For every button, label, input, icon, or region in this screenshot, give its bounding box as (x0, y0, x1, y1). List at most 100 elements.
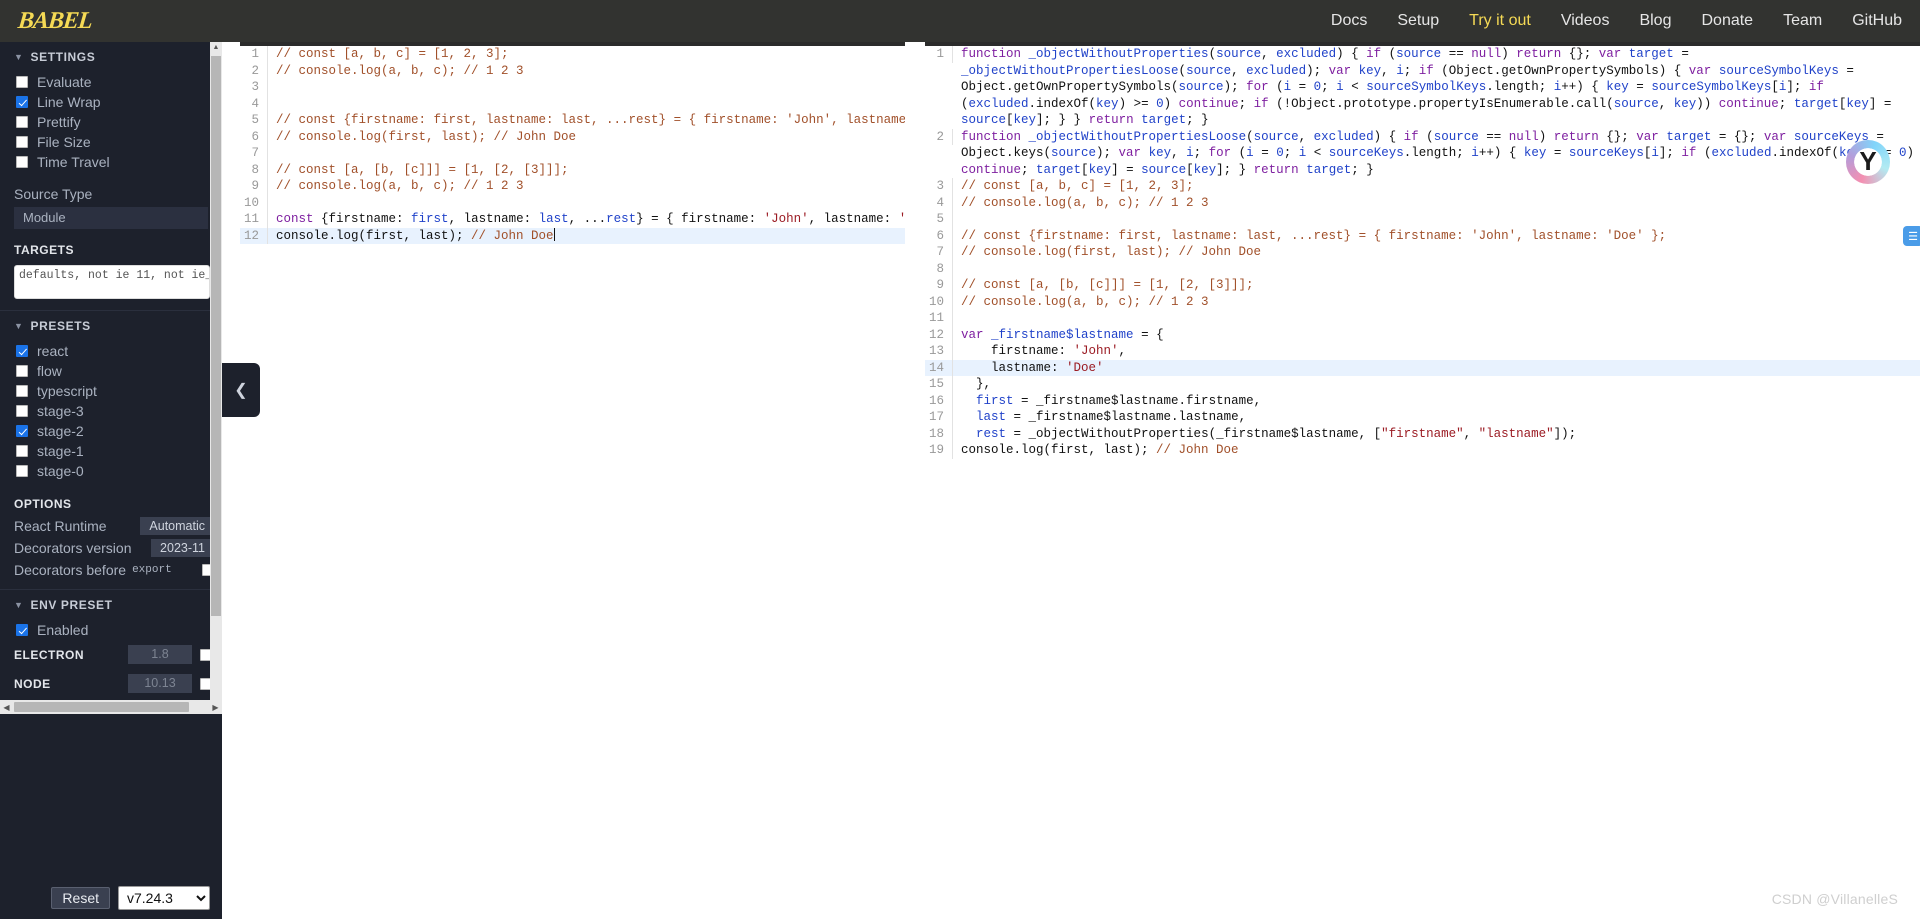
output-line[interactable]: 9 // const [a, [b, [c]]] = [1, [2, [3]]]; (925, 277, 1920, 294)
output-line[interactable]: 19 console.log(first, last); // John Doe (925, 442, 1920, 459)
line-content[interactable]: // console.log(a, b, c); // 1 2 3 (268, 178, 524, 195)
preset-checkbox-flow[interactable] (16, 365, 28, 377)
line-content[interactable]: function _objectWithoutPropertiesLoose(s… (953, 129, 1920, 179)
preset-row-stage-0[interactable]: stage-0 (0, 461, 222, 481)
output-line[interactable]: 16 first = _firstname$lastname.firstname… (925, 392, 1920, 410)
env-enabled-checkbox[interactable] (16, 624, 28, 636)
nav-link-setup[interactable]: Setup (1397, 12, 1439, 30)
setting-row-evaluate[interactable]: Evaluate (0, 72, 222, 92)
source-line[interactable]: 12 console.log(first, last); // John Doe (240, 227, 905, 245)
source-line[interactable]: 7 (240, 145, 905, 162)
output-line[interactable]: 11 (925, 310, 1920, 327)
source-type-select[interactable]: Module (14, 207, 208, 229)
output-line[interactable]: 10 // console.log(a, b, c); // 1 2 3 (925, 293, 1920, 310)
scroll-left-arrow-icon[interactable]: ◀ (0, 703, 13, 712)
line-content[interactable]: console.log(first, last); // John Doe (268, 227, 555, 245)
preset-checkbox-typescript[interactable] (16, 385, 28, 397)
decorators-version-value[interactable]: 2023-11 (151, 539, 214, 557)
line-content[interactable]: first = _firstname$lastname.firstname, (953, 393, 1261, 410)
sidebar-hscroll-thumb[interactable] (14, 702, 189, 712)
preset-checkbox-stage-2[interactable] (16, 425, 28, 437)
preset-checkbox-stage-3[interactable] (16, 405, 28, 417)
line-content[interactable]: last = _firstname$lastname.lastname, (953, 409, 1246, 426)
nav-link-try-it-out[interactable]: Try it out (1469, 12, 1531, 30)
react-runtime-value[interactable]: Automatic (140, 517, 214, 535)
source-line[interactable]: 2 // console.log(a, b, c); // 1 2 3 (240, 62, 905, 80)
line-content[interactable]: // console.log(first, last); // John Doe (268, 129, 576, 146)
preset-row-stage-3[interactable]: stage-3 (0, 401, 222, 421)
line-content[interactable] (268, 79, 284, 96)
output-line[interactable]: 2 function _objectWithoutPropertiesLoose(… (925, 128, 1920, 179)
preset-row-react[interactable]: react (0, 341, 222, 361)
output-line[interactable]: 3 // const [a, b, c] = [1, 2, 3]; (925, 178, 1920, 195)
line-content[interactable]: // const [a, [b, [c]]] = [1, [2, [3]]]; (953, 277, 1254, 294)
line-content[interactable]: // console.log(a, b, c); // 1 2 3 (953, 195, 1209, 212)
nav-link-blog[interactable]: Blog (1639, 12, 1671, 30)
preset-checkbox-react[interactable] (16, 345, 28, 357)
source-line[interactable]: 6 // console.log(first, last); // John Do… (240, 128, 905, 146)
line-content[interactable] (953, 261, 969, 278)
output-line[interactable]: 7 // console.log(first, last); // John Do… (925, 244, 1920, 261)
source-line[interactable]: 11 const {firstname: first, lastname: las… (240, 211, 905, 228)
source-line[interactable]: 4 (240, 95, 905, 113)
line-content[interactable]: // const {firstname: first, lastname: la… (268, 112, 905, 129)
sidebar-vscroll-thumb[interactable] (211, 56, 221, 616)
preset-row-typescript[interactable]: typescript (0, 381, 222, 401)
preset-row-stage-2[interactable]: stage-2 (0, 421, 222, 441)
env-target-version-input[interactable]: 1.8 (128, 645, 192, 664)
setting-row-file-size[interactable]: File Size (0, 132, 222, 152)
source-line[interactable]: 10 (240, 194, 905, 211)
source-line[interactable]: 8 // const [a, [b, [c]]] = [1, [2, [3]]]; (240, 161, 905, 179)
line-content[interactable]: }, (953, 376, 991, 393)
section-header-env-preset[interactable]: ▼ ENV PRESET (0, 590, 222, 620)
targets-input[interactable]: defaults, not ie 11, not ie_mob 11 (14, 265, 210, 299)
setting-checkbox-prettify[interactable] (16, 116, 28, 128)
scroll-right-arrow-icon[interactable]: ▶ (209, 703, 222, 712)
line-content[interactable] (953, 211, 969, 228)
env-enabled-row[interactable]: Enabled (0, 620, 222, 640)
preset-checkbox-stage-1[interactable] (16, 445, 28, 457)
source-line[interactable]: 9 // console.log(a, b, c); // 1 2 3 (240, 178, 905, 195)
output-line[interactable]: 12 var _firstname$lastname = { (925, 326, 1920, 344)
line-content[interactable]: // console.log(first, last); // John Doe (953, 244, 1261, 261)
nav-link-videos[interactable]: Videos (1561, 12, 1610, 30)
reset-button[interactable]: Reset (51, 887, 110, 909)
setting-checkbox-evaluate[interactable] (16, 76, 28, 88)
sidebar-vertical-scrollbar[interactable]: ▲ (210, 42, 222, 700)
line-content[interactable]: // const {firstname: first, lastname: la… (953, 228, 1666, 245)
preset-row-flow[interactable]: flow (0, 361, 222, 381)
compiled-output-lines[interactable]: 1 function _objectWithoutProperties(sourc… (925, 46, 1920, 459)
line-content[interactable]: const {firstname: first, lastname: last,… (268, 211, 905, 228)
line-content[interactable]: // const [a, [b, [c]]] = [1, [2, [3]]]; (268, 162, 569, 179)
setting-checkbox-time-travel[interactable] (16, 156, 28, 168)
section-header-settings[interactable]: ▼ SETTINGS (0, 42, 222, 72)
line-content[interactable]: function _objectWithoutProperties(source… (953, 46, 1920, 129)
babel-version-select[interactable]: v7.24.3 (118, 886, 210, 910)
section-header-presets[interactable]: ▼ PRESETS (0, 311, 222, 341)
line-content[interactable] (953, 310, 969, 327)
line-content[interactable] (268, 145, 284, 162)
setting-row-prettify[interactable]: Prettify (0, 112, 222, 132)
output-line[interactable]: 5 (925, 211, 1920, 228)
nav-link-github[interactable]: GitHub (1852, 12, 1902, 30)
nav-link-team[interactable]: Team (1783, 12, 1822, 30)
env-target-version-input[interactable]: 10.13 (128, 674, 192, 693)
output-line[interactable]: 4 // console.log(a, b, c); // 1 2 3 (925, 194, 1920, 212)
setting-row-time-travel[interactable]: Time Travel (0, 152, 222, 172)
babel-logo[interactable]: BABEL (17, 8, 93, 35)
nav-link-donate[interactable]: Donate (1701, 12, 1753, 30)
source-code-editor[interactable]: 1 // const [a, b, c] = [1, 2, 3]; 2 // cons… (240, 42, 905, 919)
line-content[interactable]: // const [a, b, c] = [1, 2, 3]; (953, 178, 1194, 195)
sidebar-collapse-handle[interactable]: ❮ (222, 363, 260, 417)
floating-logo-badge[interactable]: Y (1846, 140, 1890, 184)
line-content[interactable] (268, 96, 284, 113)
nav-link-docs[interactable]: Docs (1331, 12, 1367, 30)
line-content[interactable]: // console.log(a, b, c); // 1 2 3 (268, 63, 524, 80)
output-line[interactable]: 17 last = _firstname$lastname.lastname, (925, 409, 1920, 426)
source-code-lines[interactable]: 1 // const [a, b, c] = [1, 2, 3]; 2 // cons… (240, 46, 905, 244)
source-line[interactable]: 1 // const [a, b, c] = [1, 2, 3]; (240, 46, 905, 63)
line-content[interactable]: var _firstname$lastname = { (953, 327, 1164, 344)
setting-row-line-wrap[interactable]: Line Wrap (0, 92, 222, 112)
preset-row-stage-1[interactable]: stage-1 (0, 441, 222, 461)
output-line[interactable]: 8 (925, 260, 1920, 278)
